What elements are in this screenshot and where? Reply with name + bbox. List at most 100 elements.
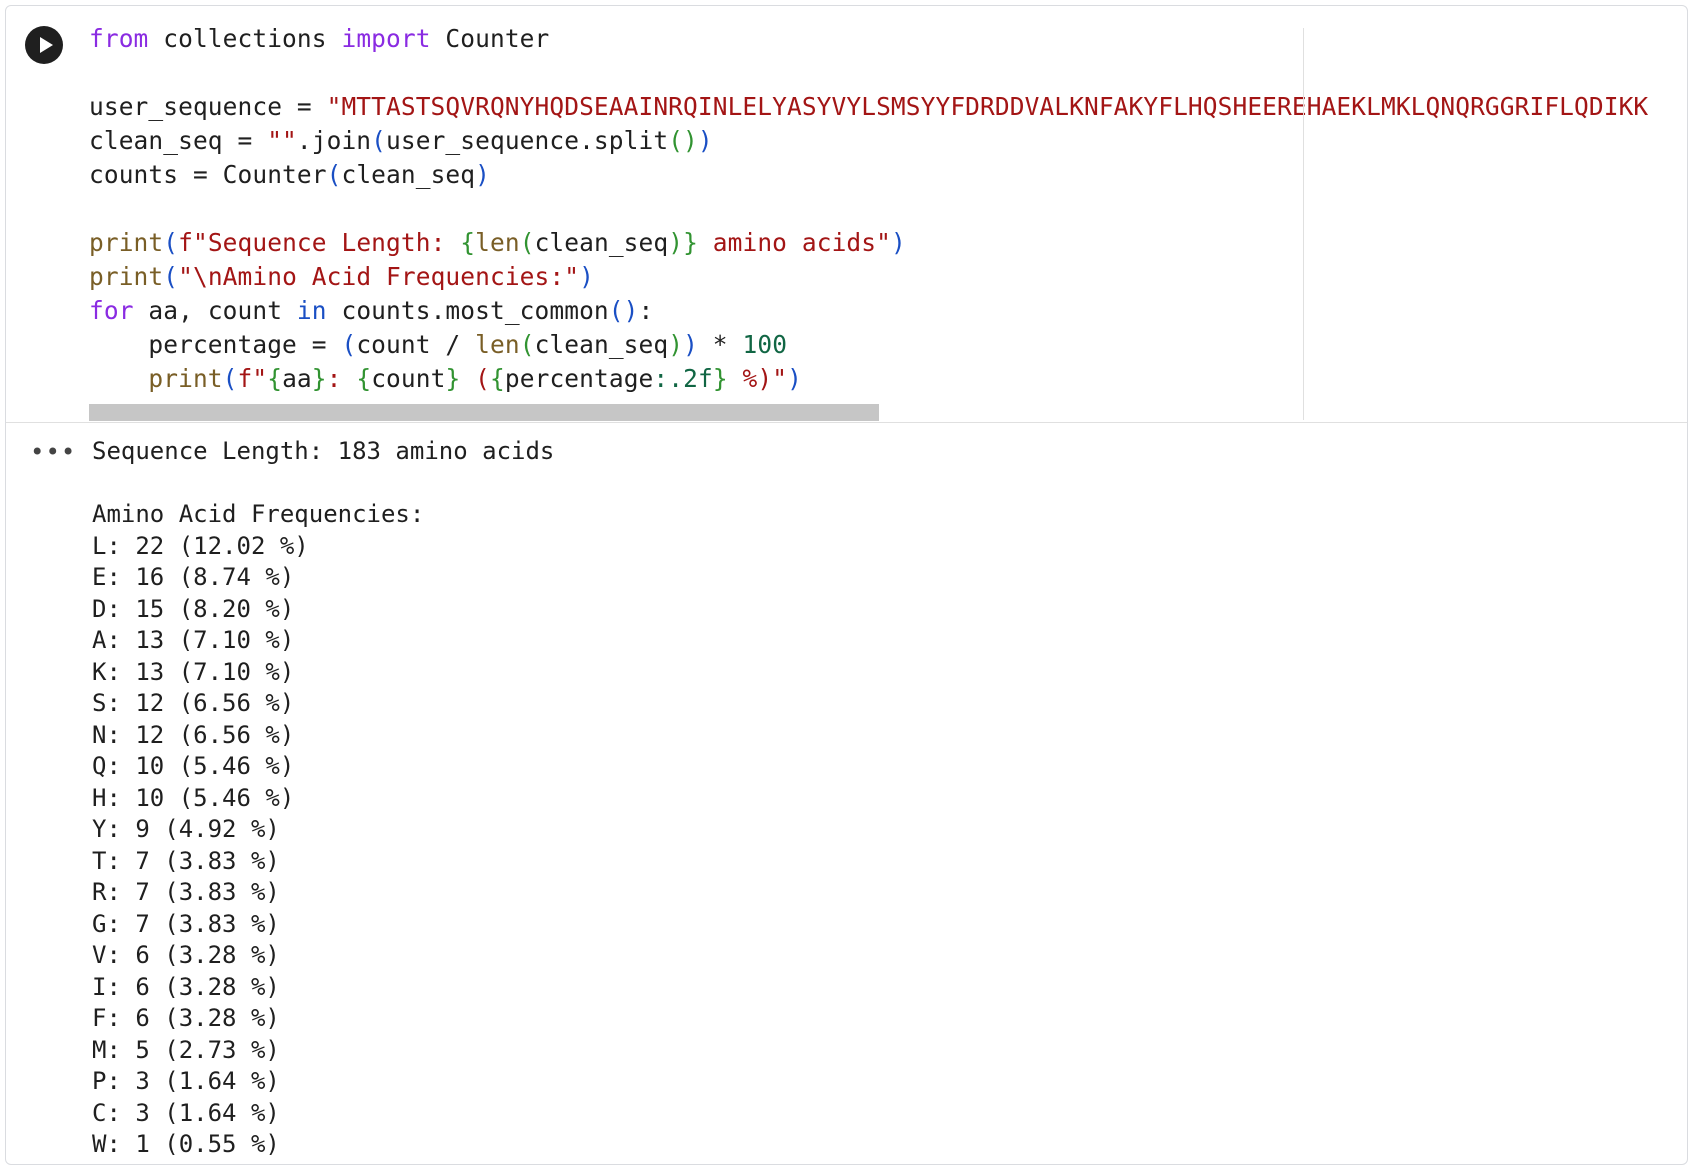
var-counts: counts = Counter xyxy=(89,160,327,189)
paren: ( xyxy=(341,330,357,359)
run-cell-button[interactable] xyxy=(25,26,63,64)
brace: { xyxy=(460,228,476,257)
paren: () xyxy=(608,296,639,325)
fstring-part: amino acids" xyxy=(697,228,891,257)
import-name: Counter xyxy=(430,24,550,53)
keyword-import: import xyxy=(341,24,431,53)
brace: } xyxy=(311,364,327,393)
number-literal: 100 xyxy=(742,330,788,359)
fstring-part: f" xyxy=(237,364,268,393)
output-line: F: 6 (3.28 %) xyxy=(92,1004,280,1032)
output-line: Y: 9 (4.92 %) xyxy=(92,815,280,843)
output-line: K: 13 (7.10 %) xyxy=(92,657,295,686)
paren: ) xyxy=(668,330,684,359)
output-line: Amino Acid Frequencies: xyxy=(92,500,425,528)
string-literal: "\nAmino Acid Frequencies:" xyxy=(178,262,580,291)
paren: ( xyxy=(371,126,387,155)
var-aa: aa xyxy=(282,364,312,393)
var-count: count xyxy=(371,364,446,393)
var-percentage: percentage = xyxy=(89,330,342,359)
keyword-in: in xyxy=(296,296,327,325)
arg-clean-seq: clean_seq xyxy=(534,228,669,257)
paren: ( xyxy=(163,262,179,291)
len-call: len xyxy=(475,228,520,257)
loop-vars: aa, count xyxy=(133,296,297,325)
print-call: print xyxy=(89,262,164,291)
module-name: collections xyxy=(148,24,342,53)
most-common-call: counts.most_common xyxy=(326,296,609,325)
code-line-1: from collections import Counter xyxy=(89,22,1675,56)
fstring-part: f"Sequence Length: xyxy=(178,228,461,257)
output-line: E: 16 (8.74 %) xyxy=(92,563,295,591)
paren: ( xyxy=(519,330,535,359)
output-line: W: 1 (0.55 %) xyxy=(92,1130,280,1158)
output-line: N: 12 (6.56 %) xyxy=(92,720,295,749)
output-line: Q: 10 (5.46 %) xyxy=(92,752,295,780)
output-line: I: 6 (3.28 %) xyxy=(92,972,280,1001)
paren: ) xyxy=(787,364,802,393)
arg-clean-seq: clean_seq xyxy=(534,330,669,359)
brace: } xyxy=(712,364,728,393)
sequence-string: "MTTASTSQVRQNYHQDSEAAINRQINLELYASYVYLSMS… xyxy=(326,92,1649,121)
brace: { xyxy=(267,364,283,393)
code-line-3: user_sequence = "MTTASTSQVRQNYHQDSEAAINR… xyxy=(89,90,1675,124)
paren: ) xyxy=(579,262,594,291)
paren: ) xyxy=(683,330,698,359)
output-line: R: 7 (3.83 %) xyxy=(92,878,280,906)
code-line-7: print(f"Sequence Length: {len(clean_seq)… xyxy=(89,226,1675,260)
split-call: user_sequence.split xyxy=(386,126,669,155)
code-line-5: counts = Counter(clean_seq) xyxy=(89,158,1675,192)
code-line-11: print(f"{aa}: {count} ({percentage:.2f} … xyxy=(89,362,1675,396)
output-line: S: 12 (6.56 %) xyxy=(92,689,295,717)
output-menu-icon[interactable]: ••• xyxy=(30,438,76,466)
output-line: A: 13 (7.10 %) xyxy=(92,626,295,654)
len-call: len xyxy=(475,330,520,359)
code-line-9: for aa, count in counts.most_common(): xyxy=(89,294,1675,328)
format-spec: :.2f xyxy=(653,364,713,393)
output-divider xyxy=(6,422,1687,423)
brace: { xyxy=(490,364,505,393)
paren: ( xyxy=(519,228,535,257)
paren: ) xyxy=(890,228,906,257)
code-editor[interactable]: from collections import Counter user_seq… xyxy=(89,22,1675,422)
output-line: H: 10 (5.46 %) xyxy=(92,783,295,812)
paren: ( xyxy=(326,160,342,189)
var-user-sequence: user_sequence = xyxy=(89,92,327,121)
output-line: T: 7 (3.83 %) xyxy=(92,846,280,875)
code-line-4: clean_seq = "".join(user_sequence.split(… xyxy=(89,124,1675,158)
fstring-part: %)" xyxy=(727,364,788,393)
paren: ( xyxy=(222,364,238,393)
ruler-line xyxy=(1303,28,1304,420)
output-line: L: 22 (12.02 %) xyxy=(92,531,309,560)
brace: { xyxy=(356,364,372,393)
keyword-from: from xyxy=(89,24,149,53)
output-line: G: 7 (3.83 %) xyxy=(92,909,280,938)
keyword-for: for xyxy=(89,296,134,325)
paren: ) xyxy=(697,126,713,155)
code-line-8: print("\nAmino Acid Frequencies:") xyxy=(89,260,1675,294)
output-line: V: 6 (3.28 %) xyxy=(92,941,280,969)
code-line-10: percentage = (count / len(clean_seq)) * … xyxy=(89,328,1675,362)
var-clean-seq: clean_seq = xyxy=(89,126,268,155)
print-call: print xyxy=(89,364,223,393)
fstring-part: : xyxy=(326,364,357,393)
output-line: M: 5 (2.73 %) xyxy=(92,1035,280,1064)
paren: () xyxy=(668,126,698,155)
fstring-part: ( xyxy=(460,364,491,393)
cell-output: Sequence Length: 183 amino acids Amino Ac… xyxy=(92,436,554,1161)
arg-clean-seq: clean_seq xyxy=(341,160,476,189)
var-percentage: percentage xyxy=(504,364,654,393)
expr-count: count / xyxy=(356,330,476,359)
colon: : xyxy=(638,296,654,325)
horizontal-scrollbar[interactable] xyxy=(89,404,879,421)
output-line: D: 15 (8.20 %) xyxy=(92,594,295,623)
code-cell[interactable]: from collections import Counter user_seq… xyxy=(5,5,1688,1165)
paren: ) xyxy=(475,160,490,189)
paren: ( xyxy=(163,228,179,257)
paren: )} xyxy=(668,228,698,257)
output-line: P: 3 (1.64 %) xyxy=(92,1067,280,1095)
output-line: Sequence Length: 183 amino acids xyxy=(92,437,555,465)
